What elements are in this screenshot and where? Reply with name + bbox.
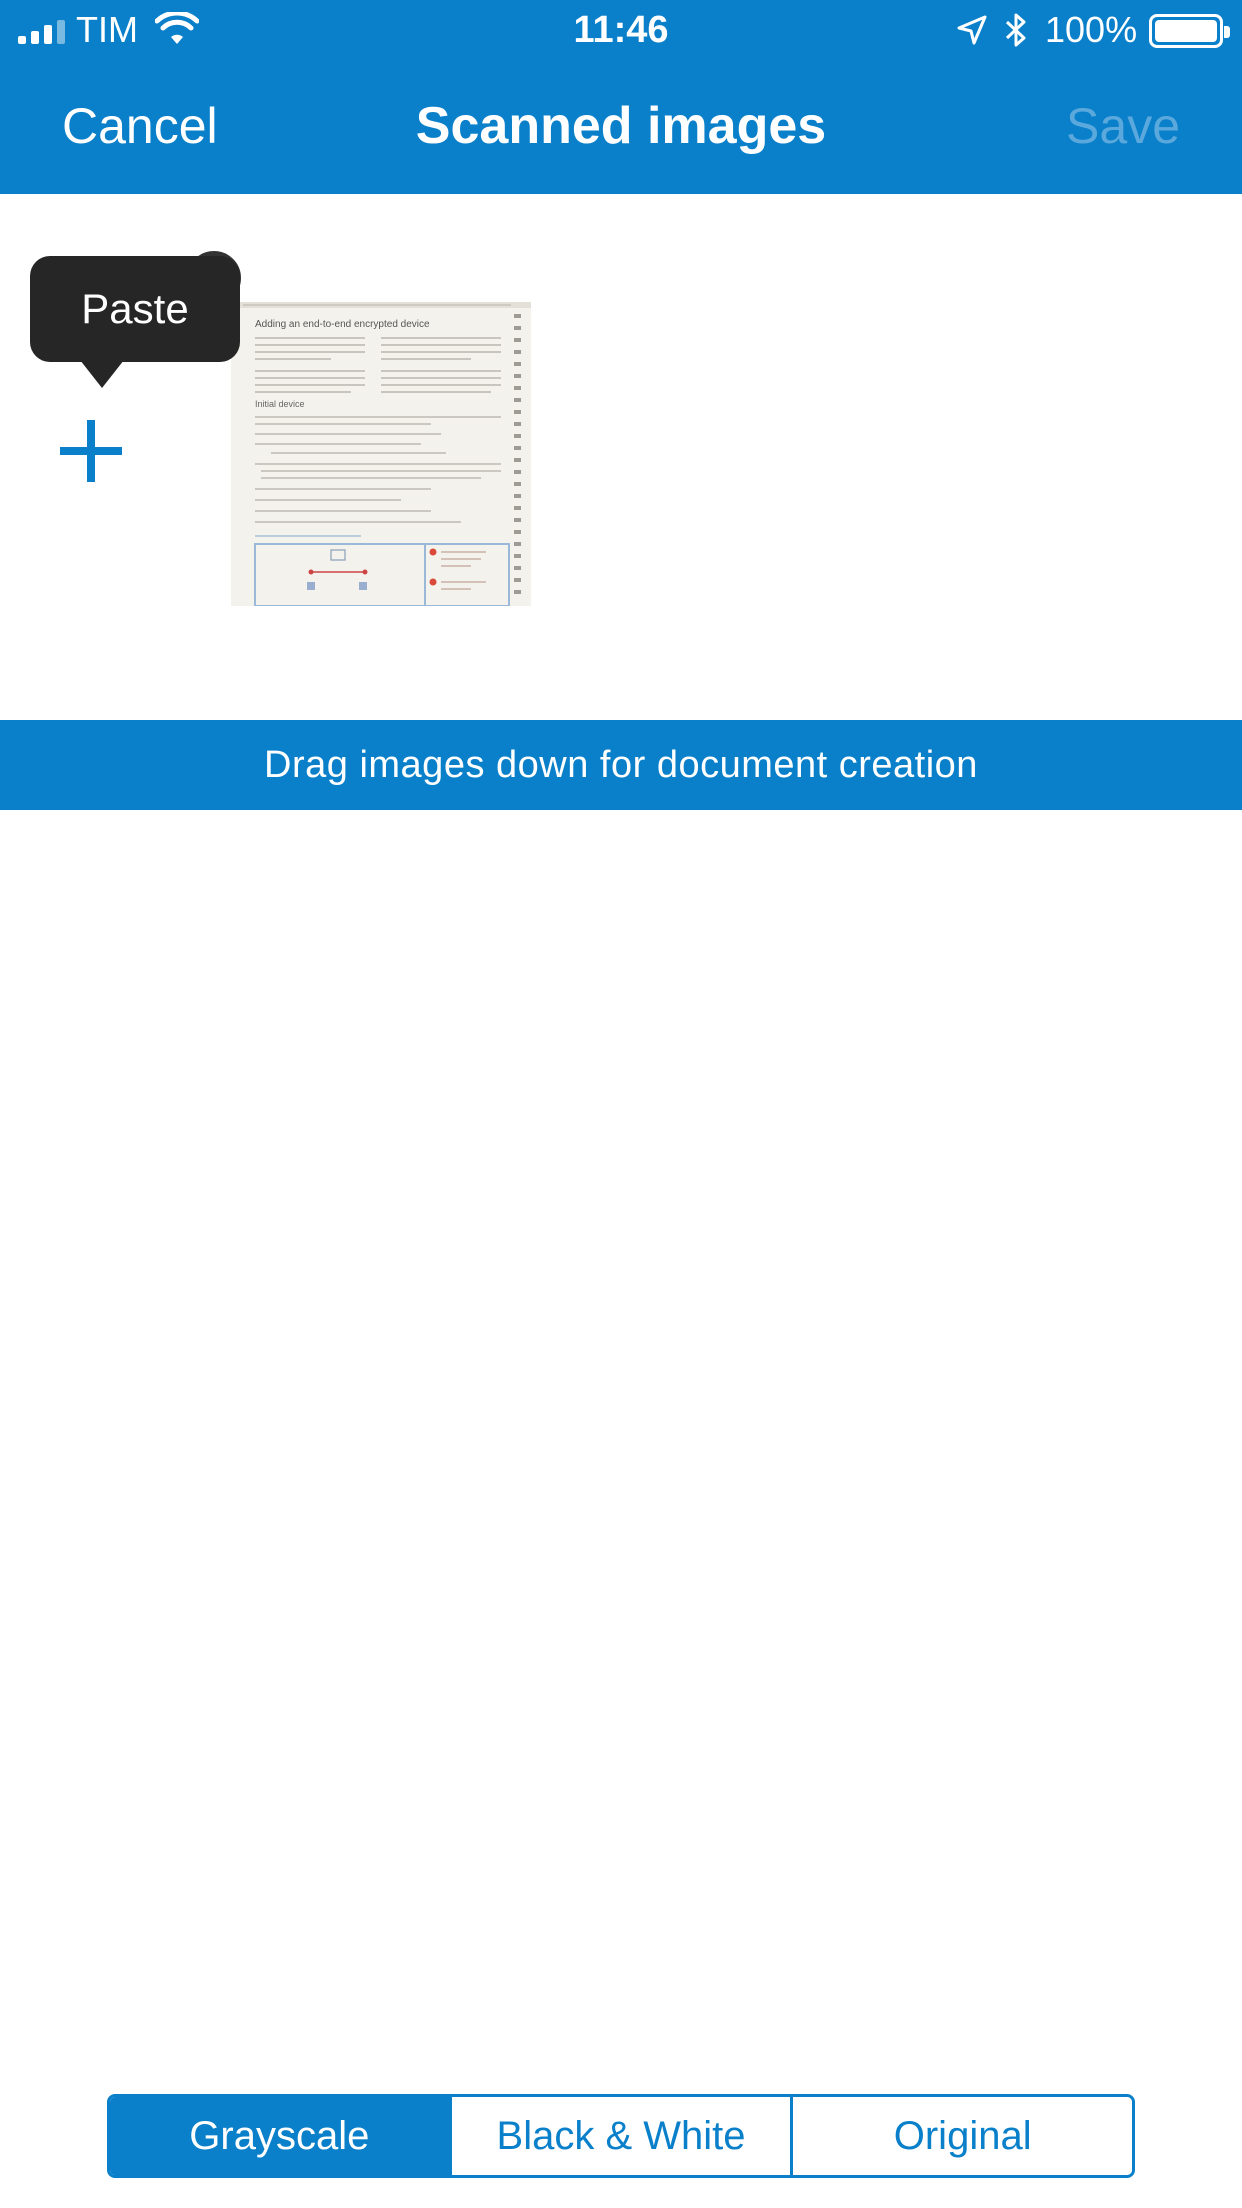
filter-mode-segmented-control: Grayscale Black & White Original bbox=[107, 2094, 1135, 2178]
segment-original[interactable]: Original bbox=[790, 2097, 1132, 2175]
drag-hint-banner: Drag images down for document creation bbox=[0, 720, 1242, 810]
segment-black-white[interactable]: Black & White bbox=[448, 2097, 791, 2175]
battery-icon bbox=[1149, 14, 1230, 48]
paste-menu-item[interactable]: Paste bbox=[30, 256, 240, 362]
status-bar: TIM 11:46 100% bbox=[0, 0, 1242, 62]
thumbnail-heading: Adding an end-to-end encrypted device bbox=[255, 319, 430, 330]
save-button[interactable]: Save bbox=[1066, 98, 1180, 154]
battery-percent: 100% bbox=[1045, 9, 1138, 50]
page-title: Scanned images bbox=[415, 97, 827, 155]
navigation-bar: Cancel Scanned images Save bbox=[0, 62, 1242, 194]
top-bar: TIM 11:46 100% Cancel Scanned images Sav… bbox=[0, 0, 1242, 194]
scanned-image-thumbnail[interactable]: Adding an end-to-end encrypted device In… bbox=[231, 302, 531, 606]
thumbnail-section: Initial device bbox=[255, 399, 305, 409]
document-preview: Adding an end-to-end encrypted device In… bbox=[231, 302, 531, 606]
add-image-button[interactable] bbox=[60, 420, 122, 482]
tooltip-arrow bbox=[80, 360, 124, 388]
segment-grayscale[interactable]: Grayscale bbox=[110, 2097, 449, 2175]
bluetooth-icon bbox=[1005, 13, 1026, 47]
location-arrow-icon bbox=[957, 15, 987, 45]
